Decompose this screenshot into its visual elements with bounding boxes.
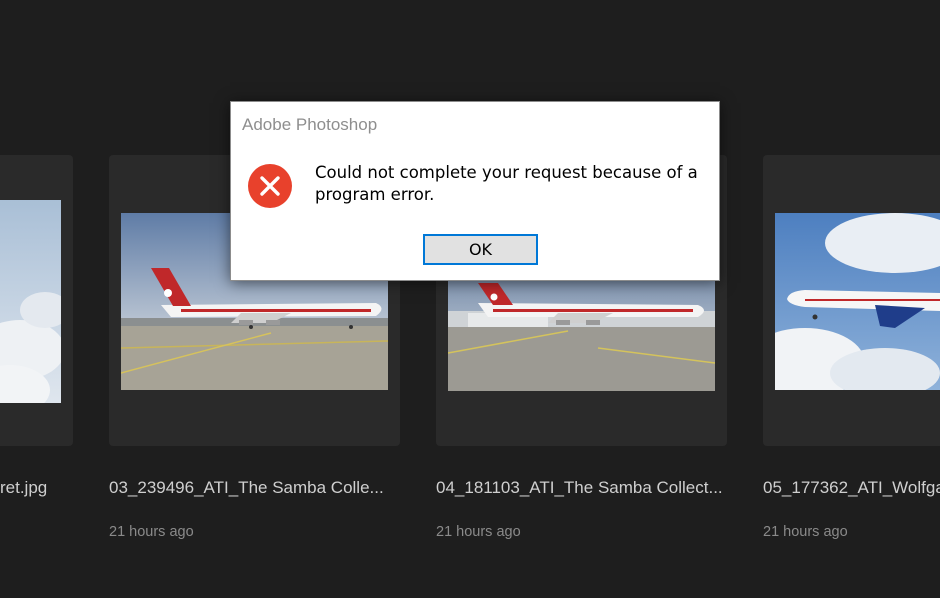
file-thumbnail[interactable] bbox=[775, 213, 940, 390]
file-timestamp: 21 hours ago bbox=[109, 524, 194, 540]
ok-button[interactable]: OK bbox=[423, 234, 538, 265]
dialog-message: Could not complete your request because … bbox=[315, 163, 698, 204]
file-name: 03_239496_ATI_The Samba Colle... bbox=[109, 478, 384, 497]
file-name: 05_177362_ATI_Wolfga bbox=[763, 478, 940, 497]
dialog-title: Adobe Photoshop bbox=[242, 115, 378, 134]
error-dialog: Adobe Photoshop Could not complete your … bbox=[230, 101, 720, 281]
recent-files-grid: ret.jpg 03_239496_ATI_The Samba Colle...… bbox=[0, 0, 940, 598]
error-icon bbox=[247, 163, 293, 209]
file-name: ret.jpg bbox=[0, 478, 48, 497]
file-timestamp: 21 hours ago bbox=[436, 524, 521, 540]
file-thumbnail[interactable] bbox=[0, 200, 61, 403]
file-timestamp: 21 hours ago bbox=[763, 524, 848, 540]
file-name: 04_181103_ATI_The Samba Collect... bbox=[436, 478, 723, 497]
